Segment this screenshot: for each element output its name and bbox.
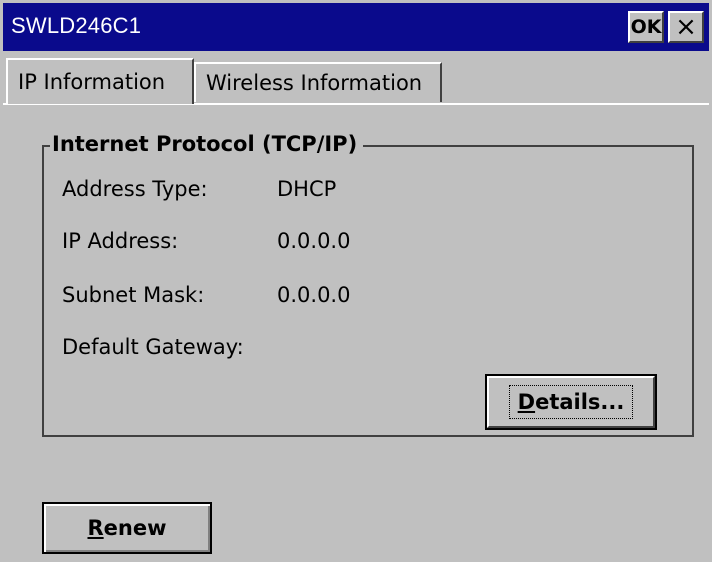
tab-ip-information[interactable]: IP Information bbox=[6, 58, 194, 104]
address-type-value: DHCP bbox=[277, 177, 337, 201]
group-title: Internet Protocol (TCP/IP) bbox=[50, 132, 364, 156]
close-icon: × bbox=[675, 12, 697, 42]
tab-label: IP Information bbox=[18, 70, 166, 94]
ip-address-value: 0.0.0.0 bbox=[277, 229, 351, 253]
details-button[interactable]: Details... bbox=[485, 374, 657, 430]
renew-button[interactable]: Renew bbox=[42, 502, 212, 554]
address-type-label: Address Type: bbox=[62, 177, 208, 201]
title-bar: SWLD246C1 OK × bbox=[3, 3, 709, 51]
details-access-key: D bbox=[517, 390, 536, 414]
subnet-mask-label: Subnet Mask: bbox=[62, 283, 205, 307]
details-button-label: Details... bbox=[508, 385, 634, 419]
renew-button-label: Renew bbox=[87, 516, 166, 540]
tab-wireless-information[interactable]: Wireless Information bbox=[194, 62, 442, 102]
tab-label: Wireless Information bbox=[206, 71, 423, 95]
close-button[interactable]: × bbox=[668, 11, 704, 43]
renew-access-key: R bbox=[87, 516, 104, 540]
renew-label-rest: enew bbox=[103, 516, 167, 540]
subnet-mask-value: 0.0.0.0 bbox=[277, 283, 351, 307]
ok-button[interactable]: OK bbox=[628, 11, 664, 43]
default-gateway-label: Default Gateway: bbox=[62, 335, 244, 359]
details-label-rest: etails... bbox=[535, 390, 625, 414]
window-title: SWLD246C1 bbox=[11, 13, 142, 38]
ip-address-label: IP Address: bbox=[62, 229, 179, 253]
